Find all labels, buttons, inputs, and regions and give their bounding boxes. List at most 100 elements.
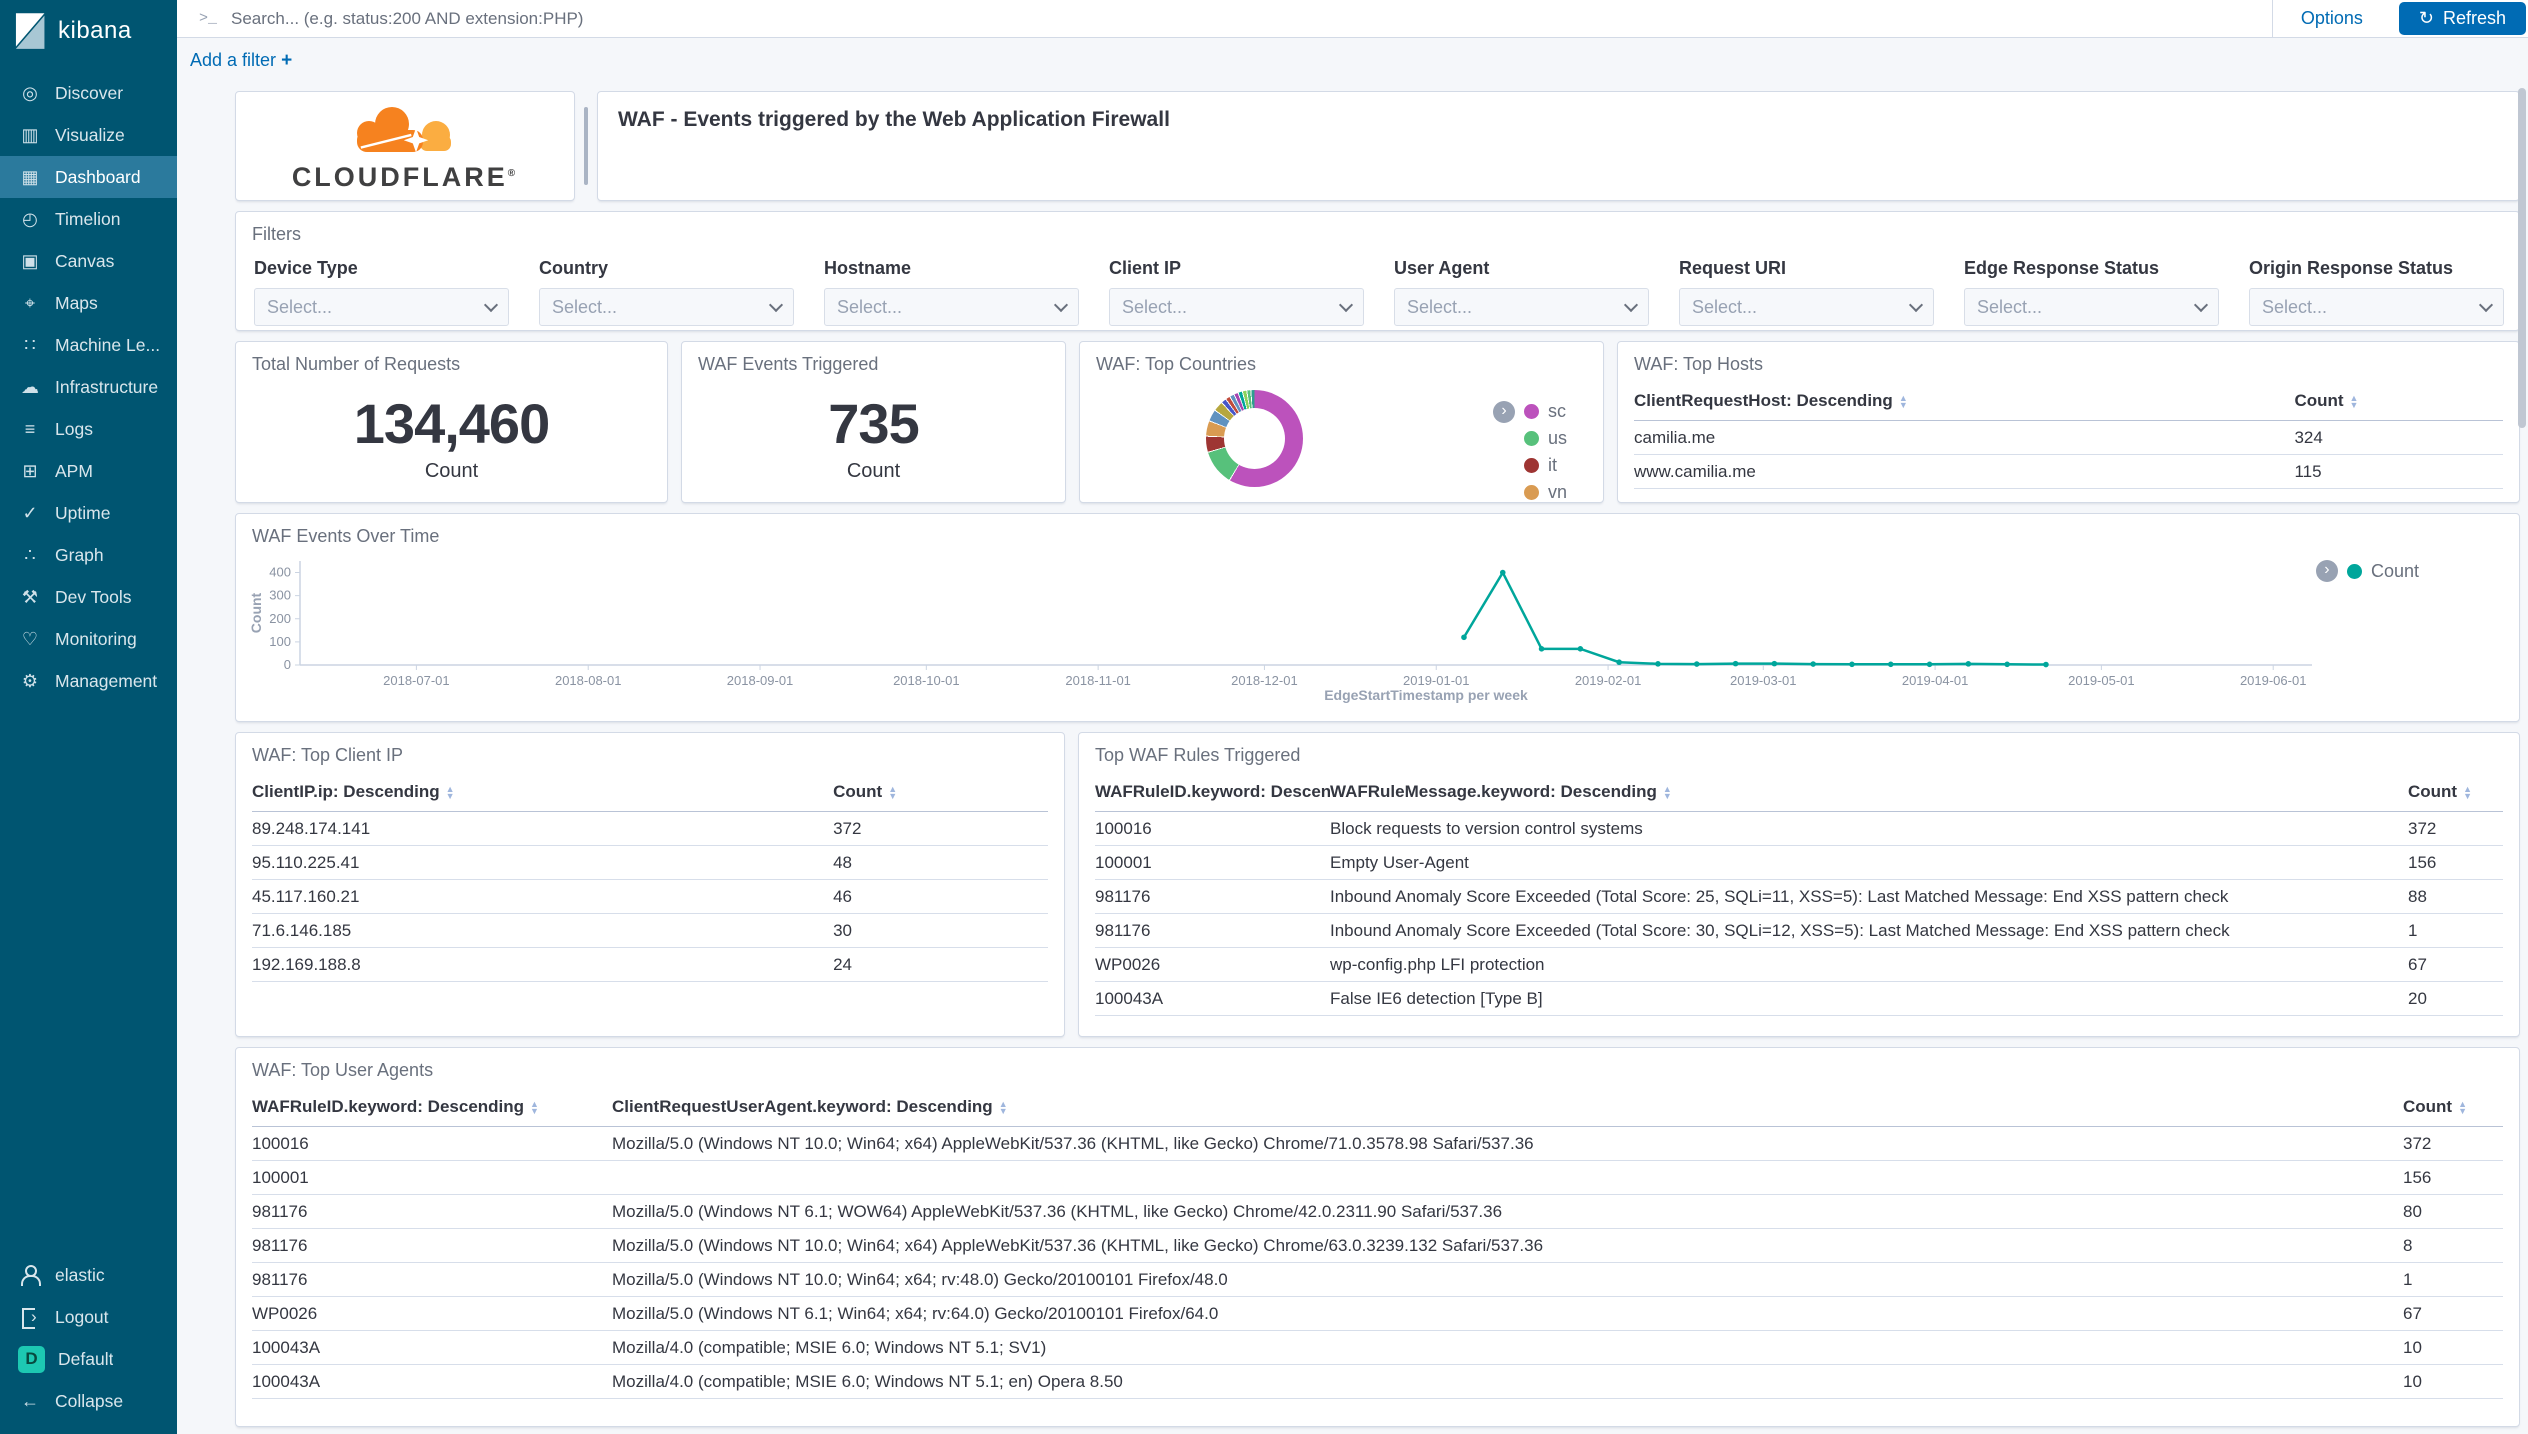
panel-title: WAF: Top Countries xyxy=(1080,342,1603,375)
filters-panel: Filters Device TypeSelect...CountrySelec… xyxy=(235,211,2520,331)
filter-hostname: HostnameSelect... xyxy=(824,258,1079,326)
column-header-clientip-ip-descending[interactable]: ClientIP.ip: Descending▲▼ xyxy=(252,772,833,812)
legend-dot xyxy=(1524,404,1539,419)
monitoring-heart-icon: ♡ xyxy=(18,629,42,650)
top-waf-rules-table: WAFRuleID.keyword: Descending▲▼WAFRuleMe… xyxy=(1095,772,2503,1016)
sidebar-item-dev-tools[interactable]: ⚒Dev Tools xyxy=(0,576,177,618)
legend-label: vn xyxy=(1548,482,1567,503)
chevron-right-icon[interactable]: › xyxy=(1493,401,1515,423)
column-header-count[interactable]: Count▲▼ xyxy=(2294,381,2503,421)
sidebar-item-canvas[interactable]: ▣Canvas xyxy=(0,240,177,282)
cloudflare-logo-panel: CLOUDFLARE® xyxy=(235,91,575,201)
table-cell: 115 xyxy=(2294,455,2503,489)
sidebar-item-management[interactable]: ⚙Management xyxy=(0,660,177,702)
column-header-wafruleid-keyword-descending[interactable]: WAFRuleID.keyword: Descending▲▼ xyxy=(1095,772,1330,812)
waf-events-panel: WAF Events Triggered 735 Count xyxy=(681,341,1066,503)
column-header-count[interactable]: Count▲▼ xyxy=(2408,772,2503,812)
sort-icon: ▲▼ xyxy=(446,786,455,800)
legend-dot xyxy=(1524,431,1539,446)
column-header-wafruleid-keyword-descending[interactable]: WAFRuleID.keyword: Descending▲▼ xyxy=(252,1087,612,1127)
table-cell: 67 xyxy=(2408,948,2503,982)
legend-item-us[interactable]: us xyxy=(1493,425,1567,452)
sidebar-item-logout[interactable]: Logout xyxy=(0,1296,177,1338)
add-filter-button[interactable]: Add a filter + xyxy=(190,50,292,72)
logs-icon: ≡ xyxy=(18,419,42,440)
column-header-clientrequesthost-descending[interactable]: ClientRequestHost: Descending▲▼ xyxy=(1634,381,2294,421)
column-header-wafrulemessage-keyword-descending[interactable]: WAFRuleMessage.keyword: Descending▲▼ xyxy=(1330,772,2408,812)
sidebar-item-visualize[interactable]: ▥Visualize xyxy=(0,114,177,156)
legend-item-it[interactable]: it xyxy=(1493,452,1567,479)
sidebar-item-timelion[interactable]: ◴Timelion xyxy=(0,198,177,240)
chevron-down-icon xyxy=(2194,297,2208,311)
column-header-count[interactable]: Count▲▼ xyxy=(833,772,1048,812)
sidebar-item-label: Dev Tools xyxy=(55,587,132,608)
panel-title: WAF: Top Client IP xyxy=(236,733,1064,766)
user-avatar-icon xyxy=(18,1264,42,1286)
sidebar-item-collapse[interactable]: ←Collapse xyxy=(0,1380,177,1422)
table-row: 100016Block requests to version control … xyxy=(1095,812,2503,846)
table-cell: 10 xyxy=(2403,1331,2503,1365)
filter-request-uri: Request URISelect... xyxy=(1679,258,1934,326)
table-cell: Empty User-Agent xyxy=(1330,846,2408,880)
table-row: 981176Inbound Anomaly Score Exceeded (To… xyxy=(1095,914,2503,948)
table-cell: 372 xyxy=(2403,1127,2503,1161)
filter-select-origin-response-status[interactable]: Select... xyxy=(2249,288,2504,326)
table-cell: camilia.me xyxy=(1634,421,2294,455)
filter-select-client-ip[interactable]: Select... xyxy=(1109,288,1364,326)
sidebar-item-machine-le[interactable]: ∷Machine Le... xyxy=(0,324,177,366)
sidebar-item-maps[interactable]: ⌖Maps xyxy=(0,282,177,324)
filter-label: User Agent xyxy=(1394,258,1649,279)
filter-select-device-type[interactable]: Select... xyxy=(254,288,509,326)
sidebar-item-label: Maps xyxy=(55,293,98,314)
filter-client-ip: Client IPSelect... xyxy=(1109,258,1364,326)
options-button[interactable]: Options xyxy=(2272,0,2391,37)
top-hosts-panel: WAF: Top Hosts ClientRequestHost: Descen… xyxy=(1617,341,2520,503)
column-header-count[interactable]: Count▲▼ xyxy=(2403,1087,2503,1127)
legend-item-sc[interactable]: ›sc xyxy=(1493,398,1567,425)
sidebar-item-label: Timelion xyxy=(55,209,120,230)
svg-text:2018-08-01: 2018-08-01 xyxy=(555,673,622,688)
sidebar-item-logs[interactable]: ≡Logs xyxy=(0,408,177,450)
search-input[interactable] xyxy=(231,9,2272,29)
sidebar-item-dashboard[interactable]: ▦Dashboard xyxy=(0,156,177,198)
sidebar-item-discover[interactable]: ◎Discover xyxy=(0,72,177,114)
filter-label: Country xyxy=(539,258,794,279)
sidebar-item-default[interactable]: DDefault xyxy=(0,1338,177,1380)
sidebar-item-infrastructure[interactable]: ☁Infrastructure xyxy=(0,366,177,408)
svg-text:2018-10-01: 2018-10-01 xyxy=(893,673,960,688)
sidebar-item-label: Logout xyxy=(55,1307,109,1328)
sidebar-item-label: Visualize xyxy=(55,125,125,146)
table-cell: 67 xyxy=(2403,1297,2503,1331)
sidebar-item-uptime[interactable]: ✓Uptime xyxy=(0,492,177,534)
sidebar-footer-nav: elastic Logout DDefault←Collapse xyxy=(0,1254,177,1434)
svg-text:2019-01-01: 2019-01-01 xyxy=(1403,673,1470,688)
top-client-ip-panel: WAF: Top Client IP ClientIP.ip: Descendi… xyxy=(235,732,1065,1037)
filter-select-edge-response-status[interactable]: Select... xyxy=(1964,288,2219,326)
vertical-scrollbar[interactable] xyxy=(2518,88,2526,428)
panel-drag-divider[interactable] xyxy=(584,107,588,185)
column-header-clientrequestuseragent-keyword-descending[interactable]: ClientRequestUserAgent.keyword: Descendi… xyxy=(612,1087,2403,1127)
table-cell: Inbound Anomaly Score Exceeded (Total Sc… xyxy=(1330,914,2408,948)
sidebar-item-monitoring[interactable]: ♡Monitoring xyxy=(0,618,177,660)
legend-item-vn[interactable]: vn xyxy=(1493,479,1567,503)
filter-select-country[interactable]: Select... xyxy=(539,288,794,326)
table-cell: 156 xyxy=(2408,846,2503,880)
refresh-button[interactable]: ↻ Refresh xyxy=(2399,2,2526,35)
top-countries-donut[interactable] xyxy=(1206,390,1303,487)
sidebar-item-elastic[interactable]: elastic xyxy=(0,1254,177,1296)
filter-select-user-agent[interactable]: Select... xyxy=(1394,288,1649,326)
chart-legend[interactable]: › Count xyxy=(2316,560,2419,582)
chevron-down-icon xyxy=(769,297,783,311)
collapse-arrow-icon: ← xyxy=(18,1391,42,1412)
table-cell: WP0026 xyxy=(1095,948,1330,982)
sidebar-item-graph[interactable]: ∴Graph xyxy=(0,534,177,576)
table-cell: 89.248.174.141 xyxy=(252,812,833,846)
table-cell: 100043A xyxy=(252,1365,612,1399)
kibana-logo[interactable]: kibana xyxy=(0,0,177,62)
total-requests-panel: Total Number of Requests 134,460 Count xyxy=(235,341,668,503)
svg-text:2019-05-01: 2019-05-01 xyxy=(2068,673,2135,688)
filter-select-request-uri[interactable]: Select... xyxy=(1679,288,1934,326)
sidebar-item-apm[interactable]: ⊞APM xyxy=(0,450,177,492)
filter-select-hostname[interactable]: Select... xyxy=(824,288,1079,326)
sort-icon: ▲▼ xyxy=(1663,786,1672,800)
